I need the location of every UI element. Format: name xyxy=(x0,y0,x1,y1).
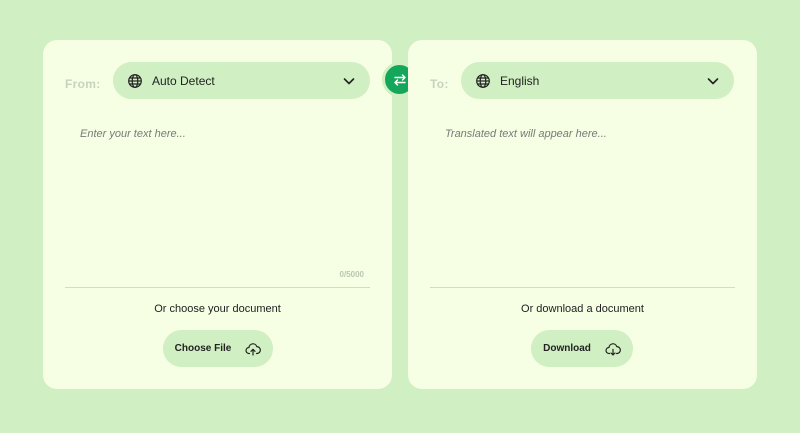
target-panel: To: English Translated text will appear … xyxy=(408,40,757,389)
divider xyxy=(65,287,370,288)
globe-icon xyxy=(475,73,491,89)
cloud-download-icon xyxy=(605,341,621,357)
globe-icon xyxy=(127,73,143,89)
source-text-input[interactable]: Enter your text here... xyxy=(65,120,369,284)
translated-text-output: Translated text will appear here... xyxy=(445,128,607,140)
divider xyxy=(430,287,735,288)
target-language-value: English xyxy=(500,73,540,88)
swap-arrows-icon xyxy=(392,72,408,88)
download-label: Download xyxy=(543,343,591,354)
source-language-value: Auto Detect xyxy=(152,73,215,88)
to-label: To: xyxy=(430,77,449,91)
chevron-down-icon xyxy=(706,74,720,88)
char-counter: 0/5000 xyxy=(339,270,364,279)
chevron-down-icon xyxy=(342,74,356,88)
choose-file-label: Choose File xyxy=(174,343,232,354)
download-document-caption: Or download a document xyxy=(521,303,644,315)
choose-document-caption: Or choose your document xyxy=(154,303,281,315)
source-language-select[interactable]: Auto Detect xyxy=(113,62,370,99)
source-panel: From: Auto Detect Enter your text here..… xyxy=(43,40,392,389)
download-button[interactable]: Download xyxy=(531,330,633,367)
cloud-upload-icon xyxy=(245,341,262,357)
target-language-select[interactable]: English xyxy=(461,62,734,99)
choose-file-button[interactable]: Choose File xyxy=(163,330,273,367)
from-label: From: xyxy=(65,77,101,91)
